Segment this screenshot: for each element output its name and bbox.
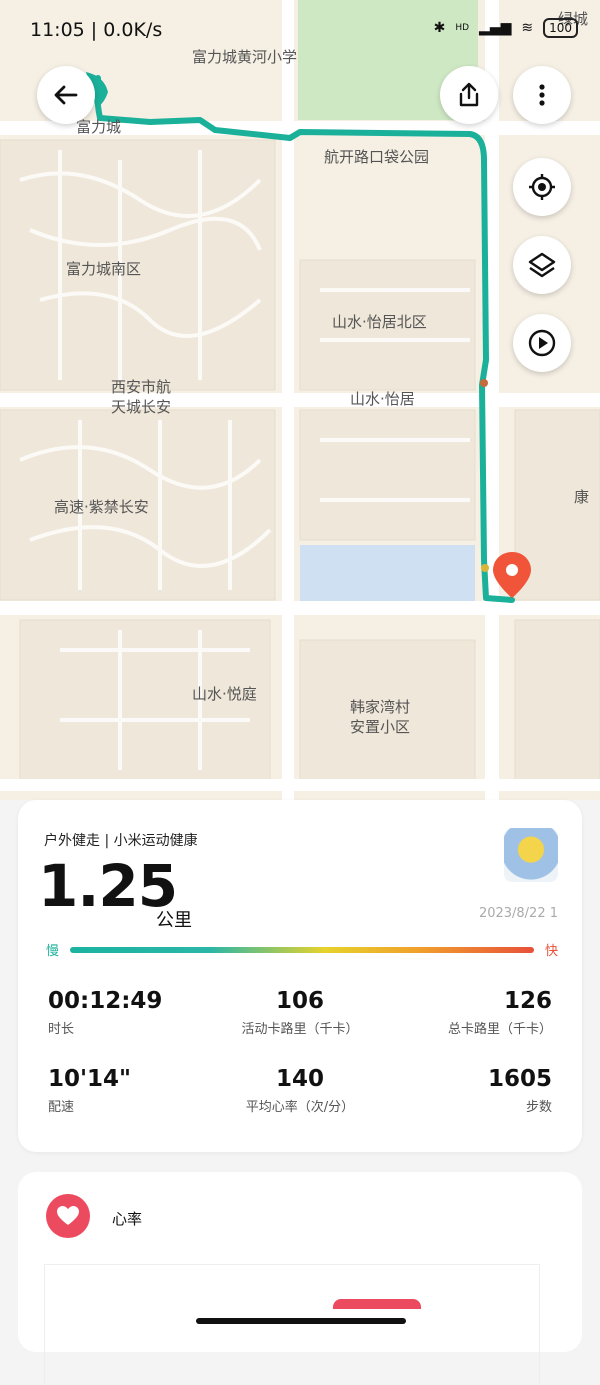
stat-label: 总卡路里（千卡）: [447, 1022, 552, 1037]
heart-rate-chart-mark: [333, 1299, 421, 1309]
stat-avg-heart-rate: 140 平均心率（次/分）: [200, 1066, 400, 1115]
stat-value: 140: [275, 1066, 324, 1092]
layers-button[interactable]: [513, 236, 571, 294]
play-icon: [528, 329, 556, 357]
distance-unit: 公里: [156, 910, 192, 931]
stat-steps: 1605 步数: [488, 1066, 552, 1115]
playback-button[interactable]: [513, 314, 571, 372]
stat-value: 00:12:49: [48, 988, 163, 1014]
stat-pace: 10'14" 配速: [48, 1066, 131, 1115]
status-bar: 11:05 | 0.0K/s ✱ HD ▂▄▆ ≋ 100: [0, 0, 600, 60]
stat-label: 平均心率（次/分）: [245, 1100, 355, 1115]
locate-icon: [529, 174, 555, 200]
more-vertical-icon: [539, 84, 545, 106]
stat-label: 活动卡路里（千卡）: [241, 1022, 359, 1037]
stat-active-calories: 106 活动卡路里（千卡）: [200, 988, 400, 1037]
locate-button[interactable]: [513, 158, 571, 216]
map-label: 山水·怡居: [350, 390, 415, 408]
map-label: 安置小区: [350, 718, 411, 736]
pace-slow-label: 慢: [46, 944, 60, 959]
map-label: 天城长安: [111, 398, 172, 416]
stat-value: 1605: [487, 1066, 552, 1092]
stat-value: 10'14": [48, 1066, 132, 1092]
map-label: 富力城: [76, 118, 122, 136]
pace-gradient-bar: [70, 947, 534, 953]
stat-label: 步数: [525, 1100, 552, 1115]
more-button[interactable]: [513, 66, 571, 124]
water-area: [300, 545, 475, 605]
pace-legend: 慢 快: [46, 940, 558, 960]
battery-icon: 100: [543, 18, 578, 38]
back-button[interactable]: [37, 66, 95, 124]
stat-value: 126: [503, 988, 552, 1014]
map-label: 山水·悦庭: [192, 685, 257, 703]
heart-rate-title: 心率: [112, 1210, 143, 1228]
route-marker: [481, 564, 489, 572]
avatar[interactable]: [504, 828, 558, 882]
status-icons: ✱ HD ▂▄▆ ≋ 100: [434, 18, 578, 38]
stat-value: 106: [275, 988, 324, 1014]
stat-label: 时长: [48, 1022, 75, 1037]
workout-source: 户外健走 | 小米运动健康: [44, 833, 198, 849]
map-label: 韩家湾村: [350, 698, 411, 716]
back-arrow-icon: [54, 85, 78, 105]
stat-total-calories: 126 总卡路里（千卡）: [448, 988, 552, 1037]
heart-rate-chart: [44, 1264, 540, 1385]
stat-label: 配速: [48, 1100, 75, 1115]
heart-icon: [46, 1194, 90, 1238]
bluetooth-icon: ✱: [433, 20, 446, 36]
map-label: 高速·紫禁长安: [54, 498, 149, 516]
map-label: 西安市航: [111, 378, 172, 396]
pace-fast-label: 快: [544, 944, 558, 959]
layers-icon: [528, 252, 556, 278]
wifi-icon: ≋: [521, 20, 534, 36]
share-button[interactable]: [440, 66, 498, 124]
heart-rate-card[interactable]: 心率: [18, 1172, 582, 1385]
network-label: HD: [455, 23, 470, 33]
route-marker: [480, 379, 488, 387]
signal-icon: ▂▄▆: [479, 20, 512, 36]
workout-date: 2023/8/22 1: [478, 906, 558, 921]
workout-summary-card: 户外健走 | 小米运动健康 1.25 公里 2023/8/22 1 慢 快 00…: [18, 800, 582, 1152]
share-icon: [459, 82, 479, 107]
map-label: 富力城南区: [66, 260, 142, 278]
map-label: 航开路口袋公园: [324, 148, 430, 166]
stat-duration: 00:12:49 时长: [48, 988, 162, 1037]
status-time: 11:05 | 0.0K/s: [30, 19, 163, 41]
home-indicator[interactable]: [196, 1318, 406, 1324]
map-label: 康: [574, 488, 590, 506]
map-label: 山水·怡居北区: [332, 313, 427, 331]
